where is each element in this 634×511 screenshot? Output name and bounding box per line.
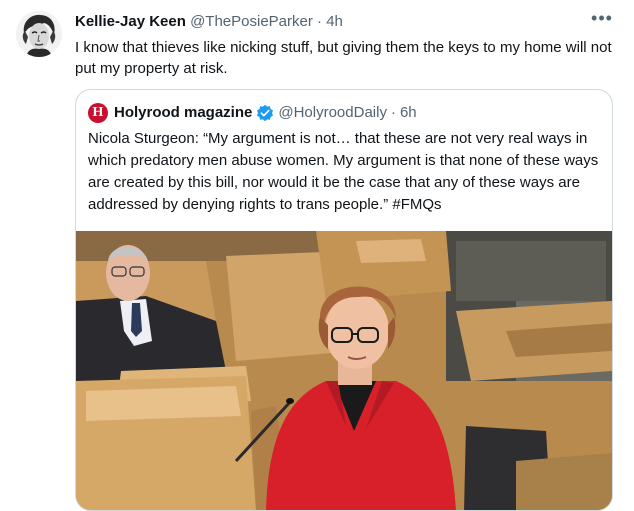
avatar[interactable] [16,11,62,57]
author-handle[interactable]: @ThePosieParker [190,13,313,30]
quoted-author-name: Holyrood magazine [114,104,253,121]
tweet-timestamp[interactable]: 4h [326,13,343,30]
tweet-header: Kellie-Jay Keen @ThePosieParker · 4h [75,12,612,32]
more-options-icon[interactable]: ••• [590,9,614,29]
quoted-tweet-video-still[interactable] [76,231,612,510]
author-name[interactable]: Kellie-Jay Keen [75,13,186,30]
quoted-author-handle: @HolyroodDaily [278,104,387,121]
avatar-portrait-image [16,11,62,57]
quoted-tweet[interactable]: H Holyrood magazine @HolyroodDaily · 6h … [75,89,613,511]
quoted-tweet-text: Nicola Sturgeon: “My argument is not… th… [88,130,599,213]
quoted-timestamp: 6h [399,104,417,121]
verified-badge-icon [256,104,274,122]
tweet-text: I know that thieves like nicking stuff, … [75,39,612,77]
quoted-tweet-header: H Holyrood magazine @HolyroodDaily · 6h [88,102,417,124]
parliament-chamber-image [76,231,612,510]
separator-dot: · [317,13,323,30]
quoted-separator-dot: · [390,104,396,121]
holyrood-logo-icon: H [88,103,108,123]
